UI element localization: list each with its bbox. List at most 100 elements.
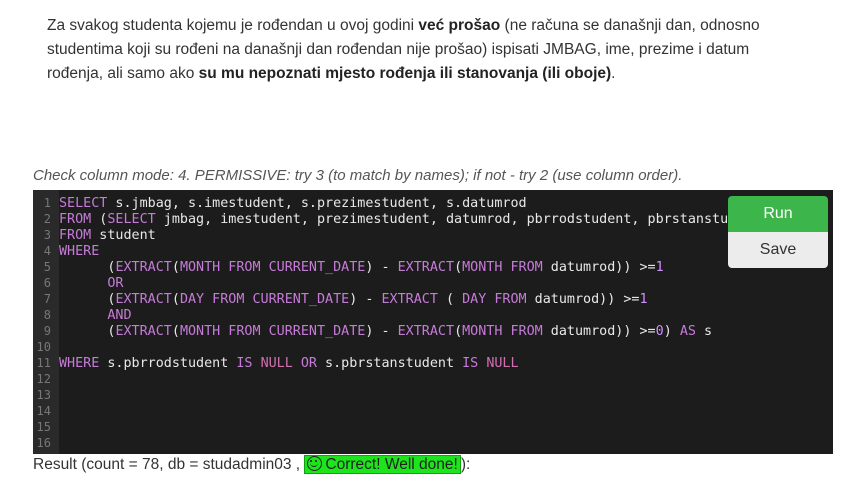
line-number: 3 [43,228,51,242]
code-line[interactable]: 8 AND [33,307,833,323]
line-number: 4 [43,244,51,258]
code-text: (EXTRACT(MONTH FROM CURRENT_DATE) - EXTR… [59,324,712,339]
code-token: student [91,228,156,243]
line-number: 6 [43,276,51,290]
code-token: ( [171,292,180,307]
task-text-3: . [611,65,616,82]
code-line[interactable]: 5 (EXTRACT(MONTH FROM CURRENT_DATE) - EX… [33,259,833,275]
code-line[interactable]: 12 [33,371,833,387]
code-text: (EXTRACT(MONTH FROM CURRENT_DATE) - EXTR… [59,260,664,275]
code-text: OR [59,276,124,291]
code-token: ) - [365,260,398,275]
code-token: EXTRACT [397,260,455,275]
code-token: s [695,324,713,339]
code-token: ( [171,324,180,339]
line-number: 16 [36,436,51,450]
code-text: WHERE [59,244,99,259]
line-number: 15 [36,420,51,434]
code-lines[interactable]: 1 SELECT s.jmbag, s.imestudent, s.prezime… [33,195,833,451]
code-line[interactable]: 16 [33,435,833,451]
code-token: MONTH FROM CURRENT_DATE [179,260,366,275]
run-button[interactable]: Run [728,196,828,232]
code-token: MONTH FROM CURRENT_DATE [179,324,366,339]
save-button[interactable]: Save [728,232,828,268]
code-token: NULL [486,356,519,371]
code-token: datumrod)) >= [526,292,640,307]
line-number: 2 [43,212,51,226]
code-token: OR [107,276,124,291]
code-token: ) - [349,292,382,307]
code-token: ( [59,292,116,307]
sql-code-editor[interactable]: 1 SELECT s.jmbag, s.imestudent, s.prezime… [33,190,833,454]
code-text: AND [59,308,132,323]
code-token: FROM [59,228,92,243]
code-line[interactable]: 13 [33,387,833,403]
code-token: IS [462,356,479,371]
code-token: EXTRACT [115,260,172,275]
task-bold-1: već prošao [418,17,501,34]
code-token: NULL [260,356,293,371]
code-token: IS [236,356,253,371]
code-token: MONTH FROM [462,260,543,275]
code-line[interactable]: 9 (EXTRACT(MONTH FROM CURRENT_DATE) - EX… [33,323,833,339]
code-line[interactable]: 11 WHERE s.pbrrodstudent IS NULL OR s.pbr… [33,355,833,371]
line-number: 11 [36,356,51,370]
code-token: ( [59,260,116,275]
correct-label: Correct! Well done! [325,456,458,473]
code-line[interactable]: 6 OR [33,275,833,291]
task-text-1: Za svakog studenta kojemu je rođendan u … [47,17,419,34]
result-line: Result (count = 78, db = studadmin03 , C… [33,455,471,474]
smiley-icon [307,456,323,471]
code-token: 0 [655,324,664,339]
code-token: AND [107,308,132,323]
code-token: ( [454,260,463,275]
code-token: OR [300,356,317,371]
code-token: datumrod)) >= [542,260,656,275]
code-line[interactable]: 4 WHERE [33,243,833,259]
line-number: 13 [36,388,51,402]
code-token: s.jmbag, s.imestudent, s.prezimestudent,… [107,196,527,211]
code-token: datumrod)) >= [542,324,656,339]
line-number: 14 [36,404,51,418]
line-number: 1 [43,196,51,210]
code-token: DAY FROM CURRENT_DATE [179,292,350,307]
code-token: EXTRACT [397,324,455,339]
code-line[interactable]: 3 FROM student [33,227,833,243]
code-token: DAY FROM [462,292,527,307]
code-text: FROM (SELECT jmbag, imestudent, prezimes… [59,212,768,227]
code-text: (EXTRACT(DAY FROM CURRENT_DATE) - EXTRAC… [59,292,648,307]
code-text: SELECT s.jmbag, s.imestudent, s.prezimes… [59,196,527,211]
code-token: WHERE [59,244,100,259]
code-token: WHERE [59,356,100,371]
code-token: MONTH FROM [462,324,543,339]
line-number: 5 [43,260,51,274]
code-token: 1 [655,260,664,275]
result-prefix: Result (count = 78, db = studadmin03 , [33,456,305,473]
code-line[interactable]: 2 FROM (SELECT jmbag, imestudent, prezime… [33,211,833,227]
code-token: SELECT [107,212,156,227]
code-token: ( [91,212,108,227]
code-token: ( [437,292,463,307]
code-token: 1 [639,292,648,307]
code-line[interactable]: 7 (EXTRACT(DAY FROM CURRENT_DATE) - EXTR… [33,291,833,307]
code-token: EXTRACT [381,292,438,307]
line-number: 7 [43,292,51,306]
code-token: jmbag, imestudent, prezimestudent, datum… [155,212,769,227]
code-line[interactable]: 1 SELECT s.jmbag, s.imestudent, s.prezime… [33,195,833,211]
code-line[interactable]: 10 [33,339,833,355]
line-number: 8 [43,308,51,322]
correct-badge: Correct! Well done! [304,455,461,474]
code-line[interactable]: 15 [33,419,833,435]
task-description: Za svakog studenta kojemu je rođendan u … [47,14,807,86]
code-token: ( [59,324,116,339]
line-number: 9 [43,324,51,338]
code-token: ( [454,324,463,339]
result-suffix: ): [460,456,471,473]
line-number: 12 [36,372,51,386]
code-line[interactable]: 14 [33,403,833,419]
code-token: AS [679,324,696,339]
